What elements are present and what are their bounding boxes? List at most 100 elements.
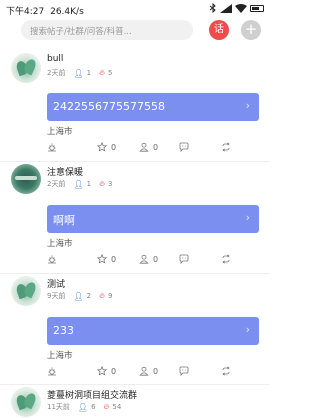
like-count: 0 xyxy=(111,254,117,264)
post-content: 2422556775577558 xyxy=(53,100,165,113)
comment-icon xyxy=(179,366,189,376)
like-button[interactable]: 0 xyxy=(97,254,116,264)
post-meta: 11天前 👤︎ 6 🔥︎ 54 xyxy=(47,402,121,412)
comment-icon xyxy=(179,254,189,264)
like-button[interactable]: 0 xyxy=(97,366,116,376)
like-count: 0 xyxy=(111,366,117,376)
status-left: 下午4:27 26.4K/s xyxy=(6,4,84,17)
battery-icon xyxy=(250,4,264,12)
sun-button[interactable] xyxy=(47,366,57,376)
follow-button[interactable]: 0 xyxy=(139,142,158,152)
post-location: 上海市 xyxy=(47,127,73,137)
divider xyxy=(0,161,270,162)
user-icon xyxy=(139,366,149,376)
chevron-right-icon: › xyxy=(245,211,250,224)
follow-count: 0 xyxy=(153,142,159,152)
search-input[interactable]: 搜索帖子/社群/问答/科普... xyxy=(21,20,193,40)
like-button[interactable]: 0 xyxy=(97,142,116,152)
post-content-card[interactable]: 啊啊 › xyxy=(47,205,259,233)
fire-icon: 🔥︎ xyxy=(103,402,110,411)
person-icon: 👤︎ xyxy=(73,179,84,189)
status-time: 下午4:27 xyxy=(6,7,45,17)
user-icon xyxy=(139,254,149,264)
hot-count: 3 xyxy=(107,180,113,188)
hot-count: 5 xyxy=(107,69,113,77)
post-author[interactable]: 注意保暖 xyxy=(47,165,83,178)
comment-button[interactable] xyxy=(179,142,189,152)
post-meta: 2天前 👤︎ 1 🔥︎ 3 xyxy=(47,179,112,189)
fire-icon: 🔥︎ xyxy=(99,68,105,77)
people-count: 6 xyxy=(91,403,96,411)
sun-button[interactable] xyxy=(47,142,57,152)
repost-icon xyxy=(222,254,230,264)
post-actions: 0 0 xyxy=(47,366,259,380)
repost-icon xyxy=(222,366,230,376)
follow-button[interactable]: 0 xyxy=(139,254,158,264)
people-count: 2 xyxy=(86,292,92,300)
person-icon: 👤︎ xyxy=(77,402,89,412)
comment-icon xyxy=(179,142,189,152)
post-card[interactable]: 注意保暖 2天前 👤︎ 1 🔥︎ 3 啊啊 › 上海市 0 0 xyxy=(0,164,270,274)
post-author[interactable]: 测试 xyxy=(47,277,65,290)
post-content: 啊啊 xyxy=(53,214,75,227)
post-location: 上海市 xyxy=(47,351,73,361)
post-time: 2天前 xyxy=(47,69,66,77)
divider xyxy=(0,384,270,385)
divider xyxy=(0,273,270,274)
bluetooth-icon xyxy=(209,3,216,13)
sun-icon xyxy=(48,143,56,152)
comment-button[interactable] xyxy=(179,254,189,264)
repost-icon xyxy=(222,142,230,152)
star-icon xyxy=(97,142,107,152)
chevron-right-icon: › xyxy=(245,99,250,112)
post-card[interactable]: bull 2天前 👤︎ 1 🔥︎ 5 2422556775577558 › 上海… xyxy=(0,53,270,163)
post-content-card[interactable]: 2422556775577558 › xyxy=(47,93,259,121)
post-card[interactable]: 测试 9天前 👤︎ 2 🔥︎ 9 233 › 上海市 0 0 xyxy=(0,276,270,386)
person-icon: 👤︎ xyxy=(73,291,84,301)
post-button[interactable]: 话 xyxy=(209,20,229,40)
hot-count: 9 xyxy=(107,292,113,300)
avatar[interactable] xyxy=(11,164,41,194)
post-author[interactable]: bull xyxy=(47,54,63,64)
share-button[interactable] xyxy=(221,366,231,376)
post-card[interactable]: 菱蔓树洞项目组交流群 11天前 👤︎ 6 🔥︎ 54 xyxy=(0,387,270,418)
post-time: 9天前 xyxy=(47,292,66,300)
post-content-card[interactable]: 233 › xyxy=(47,317,259,345)
avatar[interactable] xyxy=(11,387,41,417)
post-meta: 9天前 👤︎ 2 🔥︎ 9 xyxy=(47,291,112,301)
post-time: 11天前 xyxy=(47,403,70,411)
follow-count: 0 xyxy=(153,254,159,264)
post-actions: 0 0 xyxy=(47,142,259,156)
sun-button[interactable] xyxy=(47,254,57,264)
status-icons xyxy=(209,3,264,13)
star-icon xyxy=(97,366,107,376)
fire-icon: 🔥︎ xyxy=(99,179,105,188)
status-bar: 下午4:27 26.4K/s xyxy=(0,0,270,20)
avatar[interactable] xyxy=(11,276,41,306)
post-actions: 0 0 xyxy=(47,254,259,268)
like-count: 0 xyxy=(111,142,117,152)
follow-count: 0 xyxy=(153,366,159,376)
share-button[interactable] xyxy=(221,142,231,152)
sun-icon xyxy=(48,367,56,376)
post-content: 233 xyxy=(53,324,74,337)
post-author[interactable]: 菱蔓树洞项目组交流群 xyxy=(47,388,137,401)
star-icon xyxy=(97,254,107,264)
avatar[interactable] xyxy=(11,53,41,83)
search-header: 搜索帖子/社群/问答/科普... 话 + xyxy=(0,18,270,42)
user-icon xyxy=(139,142,149,152)
post-location: 上海市 xyxy=(47,239,73,249)
fire-icon: 🔥︎ xyxy=(99,291,105,300)
comment-button[interactable] xyxy=(179,366,189,376)
person-icon: 👤︎ xyxy=(73,68,84,78)
people-count: 1 xyxy=(86,69,92,77)
status-speed: 26.4K/s xyxy=(50,7,84,17)
post-time: 2天前 xyxy=(47,180,66,188)
sun-icon xyxy=(48,255,56,264)
follow-button[interactable]: 0 xyxy=(139,366,158,376)
wifi-icon xyxy=(235,3,247,13)
share-button[interactable] xyxy=(221,254,231,264)
post-meta: 2天前 👤︎ 1 🔥︎ 5 xyxy=(47,68,112,78)
add-button[interactable]: + xyxy=(241,20,261,40)
signal-icon xyxy=(220,3,232,13)
